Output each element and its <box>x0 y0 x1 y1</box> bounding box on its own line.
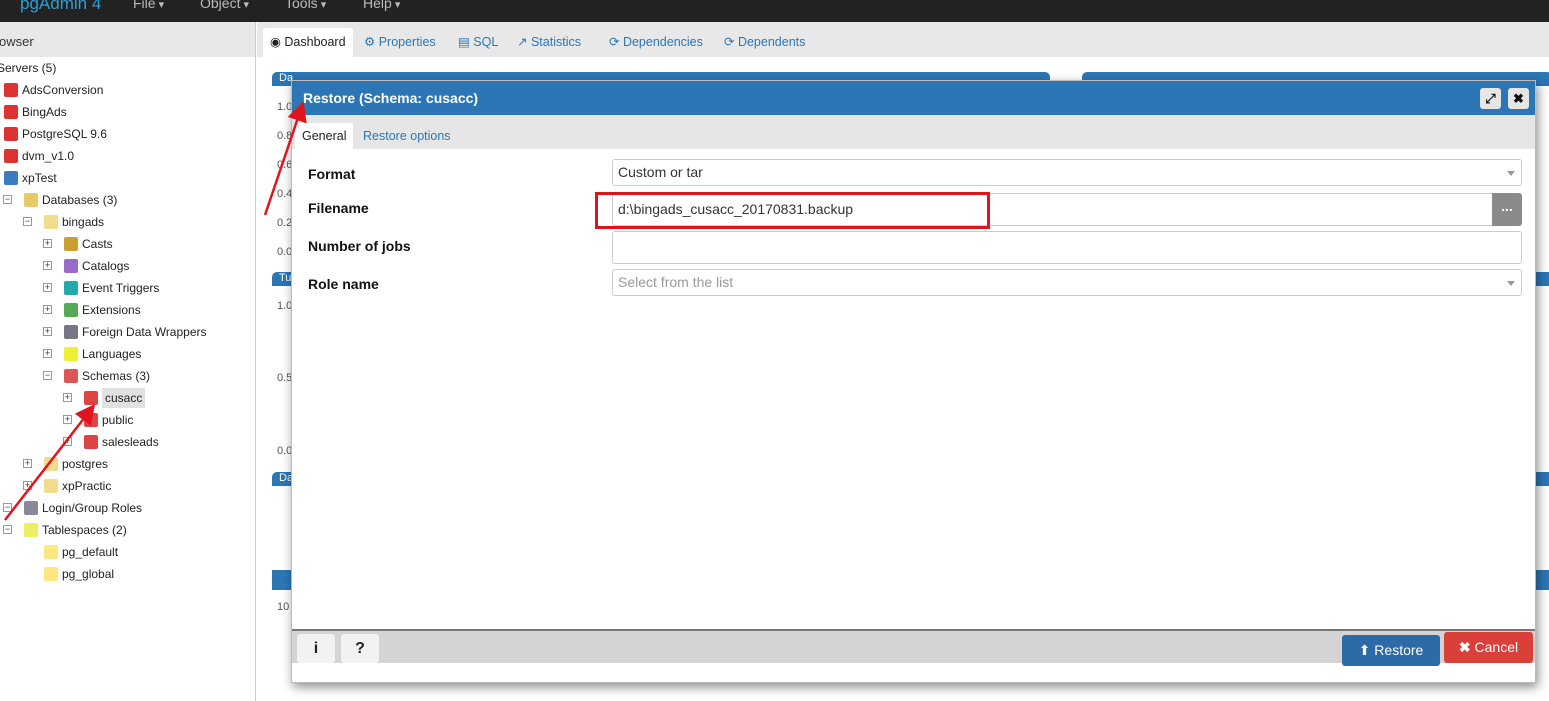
annotation-arrows <box>4 101 307 521</box>
annotation-arrow <box>263 101 307 216</box>
annotation-arrow <box>4 404 96 521</box>
